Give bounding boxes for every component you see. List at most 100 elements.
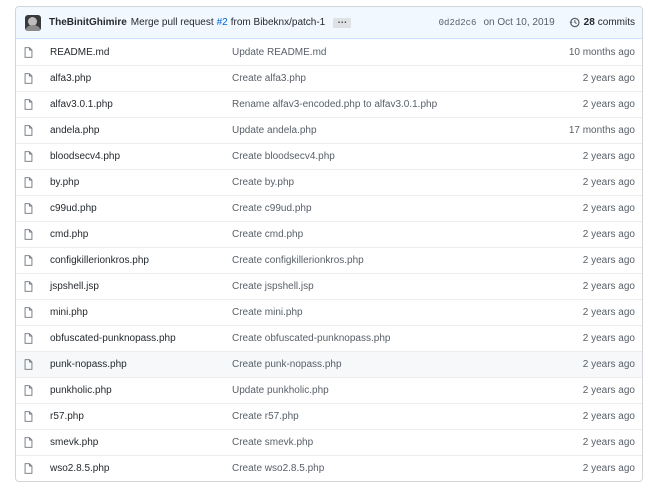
commit-age: 10 months ago (568, 46, 635, 58)
commit-message-link[interactable]: Update punkholic.php (232, 385, 515, 396)
commit-message-link[interactable]: Create obfuscated-punknopass.php (232, 333, 515, 344)
file-icon (16, 177, 50, 188)
latest-commit-bar: TheBinitGhimire Merge pull request #2 fr… (16, 7, 642, 39)
commit-message-link[interactable]: Create alfa3.php (232, 73, 515, 84)
file-row: alfav3.0.1.php Rename alfav3-encoded.php … (16, 91, 642, 117)
file-row: wso2.8.5.php Create wso2.8.5.php 2 years a… (16, 455, 642, 481)
file-name-link[interactable]: andela.php (50, 125, 232, 136)
file-name-link[interactable]: configkillerionkros.php (50, 255, 232, 266)
file-icon (16, 333, 50, 344)
commit-message-link[interactable]: Create jspshell.jsp (232, 281, 515, 292)
expand-commit-message-button[interactable]: … (333, 15, 352, 28)
commit-age: 2 years ago (582, 307, 635, 318)
file-row: configkillerionkros.php Create configkill… (16, 247, 642, 273)
commit-age: 2 years ago (582, 463, 635, 474)
file-row: alfa3.php Create alfa3.php 2 years ago (16, 65, 642, 91)
commit-message-link[interactable]: Update README.md (232, 47, 515, 58)
commit-age: 2 years ago (582, 385, 635, 396)
file-icon (16, 46, 50, 58)
commit-message-link[interactable]: Update andela.php (232, 125, 515, 136)
history-icon (568, 17, 580, 28)
file-row: jspshell.jsp Create jspshell.jsp 2 years a… (16, 273, 642, 299)
file-name-link[interactable]: wso2.8.5.php (50, 463, 232, 474)
file-row: mini.php Create mini.php 2 years ago (16, 299, 642, 325)
commit-sha-link[interactable]: 0d2d2c6 (439, 18, 477, 28)
file-name-link[interactable]: alfav3.0.1.php (50, 99, 232, 110)
file-row: c99ud.php Create c99ud.php 2 years ago (16, 195, 642, 221)
commit-message-link[interactable]: Rename alfav3-encoded.php to alfav3.0.1.… (232, 99, 515, 110)
commit-message-link[interactable]: Create cmd.php (232, 229, 515, 240)
commit-age: 2 years ago (582, 177, 635, 188)
commit-message-link[interactable]: Create smevk.php (232, 437, 515, 448)
file-icon (16, 463, 50, 474)
commit-age: 2 years ago (582, 437, 635, 448)
file-row: bloodsecv4.php Create bloodsecv4.php 2 yea… (16, 143, 642, 169)
file-name-link[interactable]: mini.php (50, 307, 232, 318)
commit-author-link[interactable]: TheBinitGhimire (49, 17, 127, 28)
file-name-link[interactable]: c99ud.php (50, 203, 232, 214)
file-row: andela.php Update andela.php 17 months ago (16, 117, 642, 143)
commit-message-suffix[interactable]: from Bibeknx/patch-1 (231, 17, 326, 28)
commit-age: 17 months ago (568, 125, 635, 136)
file-row: cmd.php Create cmd.php 2 years ago (16, 221, 642, 247)
file-icon (16, 255, 50, 266)
commits-label: commits (597, 17, 635, 28)
file-name-link[interactable]: cmd.php (50, 229, 232, 240)
commit-message-link[interactable]: Create configkillerionkros.php (232, 255, 515, 266)
avatar[interactable] (25, 14, 41, 31)
file-icon (16, 385, 50, 396)
file-icon (16, 203, 50, 214)
file-row: obfuscated-punknopass.php Create obfuscat… (16, 325, 642, 351)
file-icon (16, 359, 50, 370)
file-name-link[interactable]: README.md (50, 47, 232, 58)
file-name-link[interactable]: smevk.php (50, 437, 232, 448)
file-name-link[interactable]: alfa3.php (50, 73, 232, 84)
commit-age: 2 years ago (582, 203, 635, 214)
commit-message-link[interactable]: Create r57.php (232, 411, 515, 422)
file-icon (16, 151, 50, 162)
pull-request-link[interactable]: #2 (217, 17, 228, 28)
commit-date: on Oct 10, 2019 (483, 17, 555, 28)
file-icon (16, 411, 50, 422)
file-icon (16, 437, 50, 448)
file-icon (16, 99, 50, 110)
commit-message-link[interactable]: Create punk-nopass.php (232, 359, 515, 370)
file-row: r57.php Create r57.php 2 years ago (16, 403, 642, 429)
file-name-link[interactable]: punk-nopass.php (50, 359, 232, 370)
commit-age: 2 years ago (582, 359, 635, 370)
commit-message-link[interactable]: Create mini.php (232, 307, 515, 318)
commit-age: 2 years ago (582, 229, 635, 240)
file-name-link[interactable]: obfuscated-punknopass.php (50, 333, 232, 344)
commit-message-prefix[interactable]: Merge pull request (131, 17, 214, 28)
file-row: README.md Update README.md 10 months ago (16, 39, 642, 65)
commit-age: 2 years ago (582, 151, 635, 162)
file-name-link[interactable]: bloodsecv4.php (50, 151, 232, 162)
commit-message-link[interactable]: Create wso2.8.5.php (232, 463, 515, 474)
file-name-link[interactable]: by.php (50, 177, 232, 188)
file-icon (16, 229, 50, 240)
file-row: punkholic.php Update punkholic.php 2 years… (16, 377, 642, 403)
file-name-link[interactable]: punkholic.php (50, 385, 232, 396)
commit-age: 2 years ago (582, 255, 635, 266)
file-name-link[interactable]: r57.php (50, 411, 232, 422)
commit-count: 28 (583, 17, 595, 28)
commit-age: 2 years ago (582, 73, 635, 84)
commit-age: 2 years ago (582, 99, 635, 110)
file-icon (16, 307, 50, 318)
file-icon (16, 281, 50, 292)
commit-age: 2 years ago (582, 333, 635, 344)
commit-message-link[interactable]: Create c99ud.php (232, 203, 515, 214)
file-list: README.md Update README.md 10 months ago al… (16, 39, 642, 481)
commit-age: 2 years ago (582, 281, 635, 292)
commit-message-link[interactable]: Create by.php (232, 177, 515, 188)
file-row: by.php Create by.php 2 years ago (16, 169, 642, 195)
commit-age: 2 years ago (582, 411, 635, 422)
file-row: punk-nopass.php Create punk-nopass.php 2 y… (16, 351, 642, 377)
file-browser: TheBinitGhimire Merge pull request #2 fr… (15, 6, 643, 482)
file-name-link[interactable]: jspshell.jsp (50, 281, 232, 292)
file-icon (16, 125, 50, 136)
commits-history-link[interactable]: 28 commits (568, 17, 635, 28)
file-icon (16, 73, 50, 84)
file-row: smevk.php Create smevk.php 2 years ago (16, 429, 642, 455)
commit-message-link[interactable]: Create bloodsecv4.php (232, 151, 515, 162)
